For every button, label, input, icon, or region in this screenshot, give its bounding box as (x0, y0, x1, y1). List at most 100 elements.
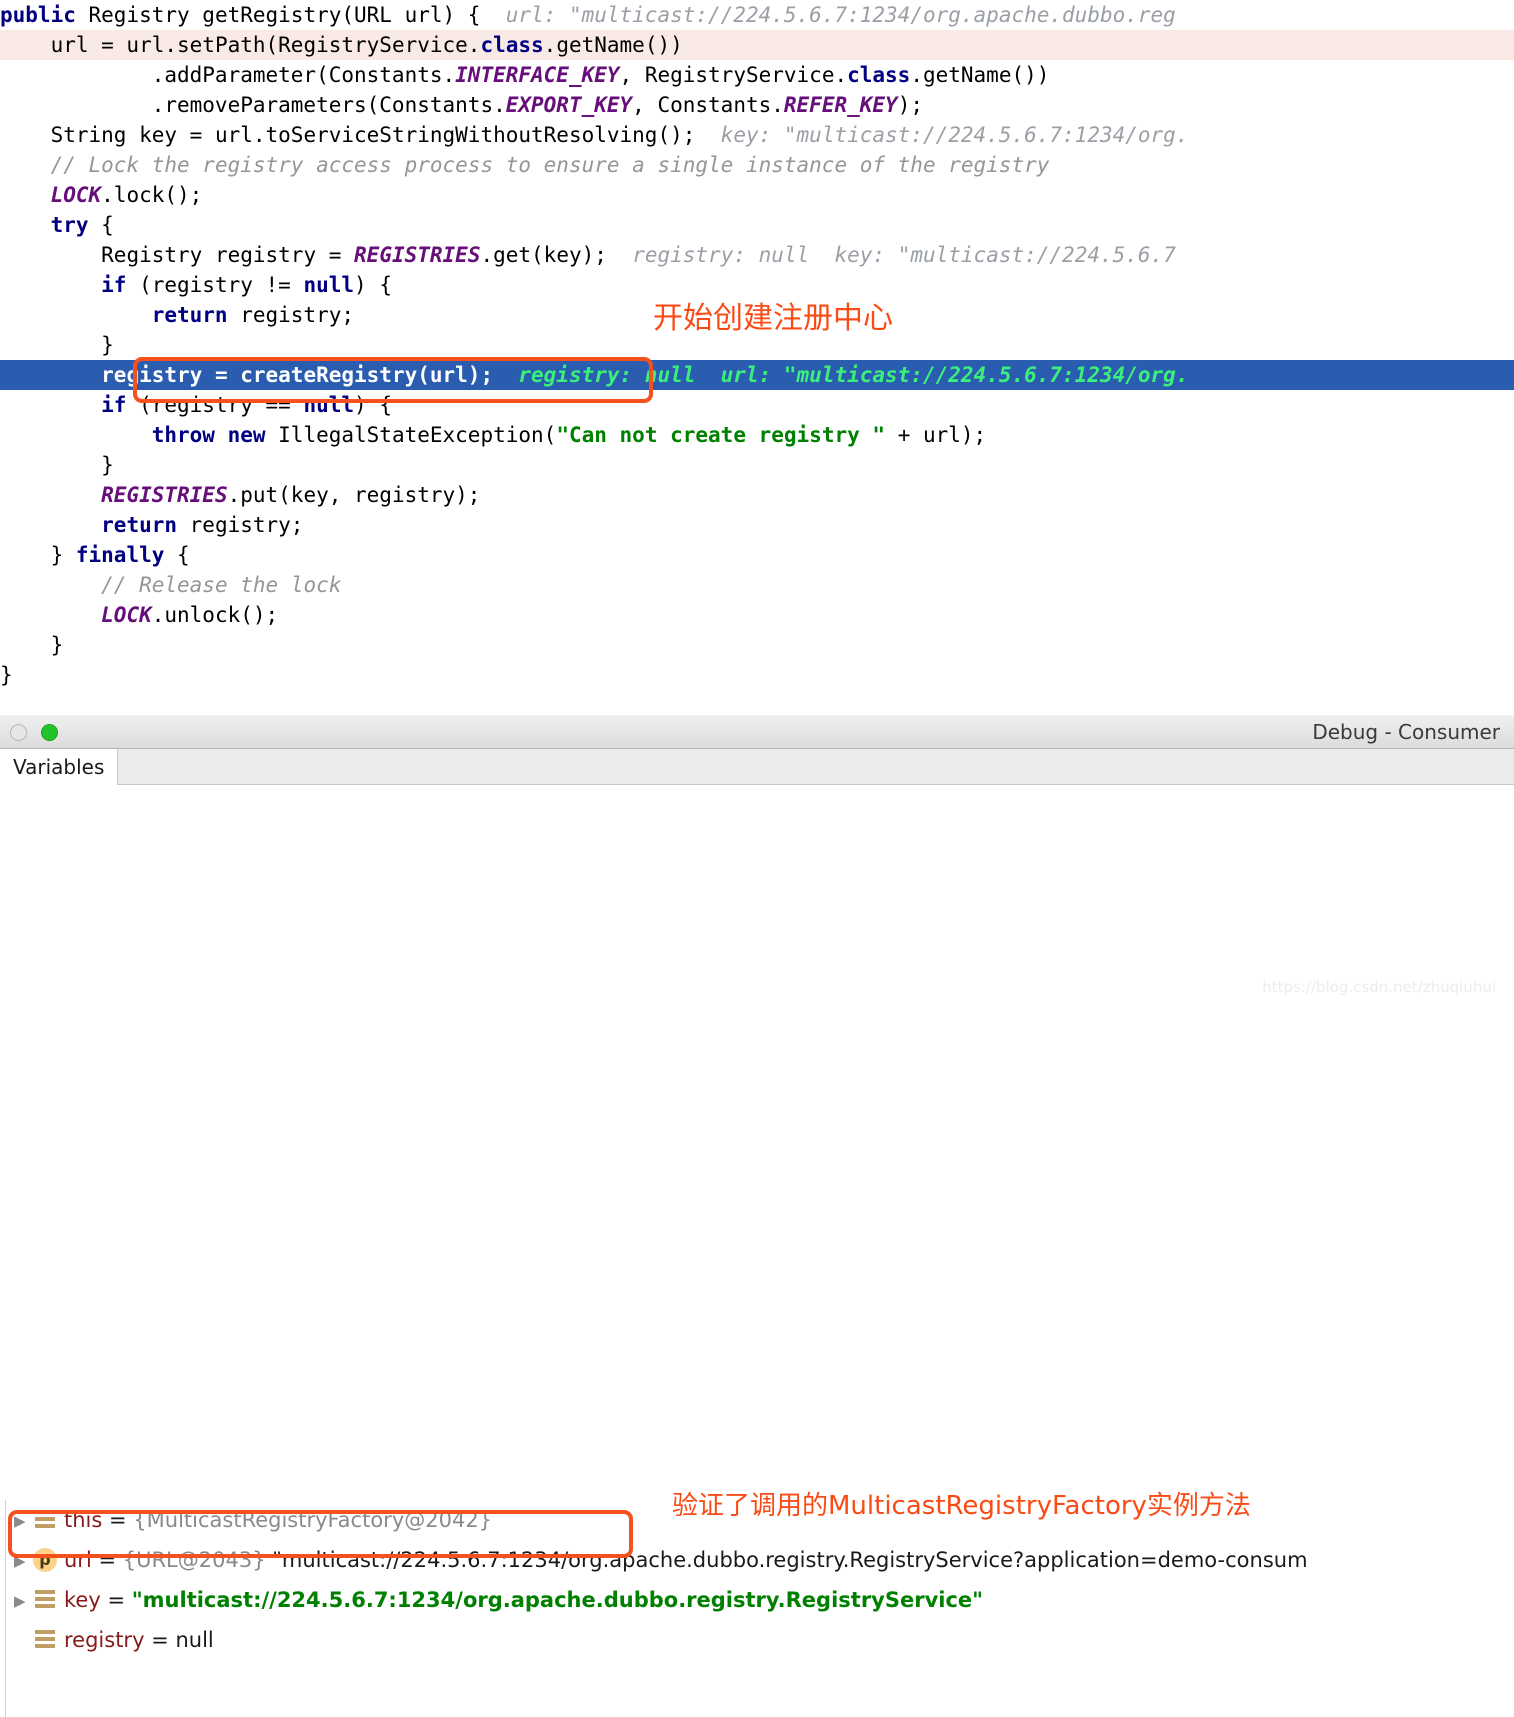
code-line-list[interactable]: public Registry getRegistry(URL url) { u… (0, 0, 1514, 690)
expand-triangle-icon[interactable]: ▶ (14, 1501, 32, 1540)
code-line[interactable]: } finally { (0, 540, 1514, 570)
annotation-create-registry: 开始创建注册中心 (653, 301, 893, 336)
code-token-field: LOCK (101, 603, 152, 627)
code-line[interactable]: Registry registry = REGISTRIES.get(key);… (0, 240, 1514, 270)
variable-equals: = (100, 1588, 132, 1612)
code-line[interactable]: } (0, 450, 1514, 480)
variable-value: "multicast://224.5.6.7:1234/org.apache.d… (131, 1588, 984, 1612)
debug-panel: Debug - Consumer Variables 验证了调用的Multica… (0, 715, 1514, 1717)
code-token-kw: throw new (151, 423, 266, 447)
expand-triangle-icon[interactable]: ▶ (14, 1581, 32, 1620)
code-token-field: INTERFACE_KEY (455, 63, 620, 87)
code-line[interactable]: try { (0, 210, 1514, 240)
field-icon (35, 1630, 55, 1649)
variable-value: null (175, 1628, 214, 1652)
code-token-hint: key: "multicast://224.5.6.7:1234/org. (708, 123, 1189, 147)
code-token-kw: try (50, 213, 89, 237)
code-line[interactable]: registry = createRegistry(url); registry… (0, 360, 1514, 390)
code-token-plain: } (101, 453, 114, 477)
variable-equals: = (102, 1508, 134, 1532)
code-token-plain: registry = createRegistry(url); (101, 363, 494, 387)
code-token-kw: public (0, 3, 89, 27)
code-token-plain: } (101, 333, 114, 357)
code-token-kw: class (847, 63, 911, 87)
variable-value: {MulticastRegistryFactory@2042} (133, 1508, 493, 1532)
code-token-kw: null (303, 273, 355, 297)
code-token-cmt: // Release the lock (101, 573, 342, 597)
code-token-field: EXPORT_KEY (505, 93, 633, 117)
code-token-plain: registry; (177, 513, 304, 537)
code-token-plain: ); (897, 93, 923, 117)
code-token-cmt: // Lock the registry access process to e… (50, 153, 1050, 177)
tab-variables[interactable]: Variables (0, 749, 119, 785)
code-token-plain: { (88, 213, 114, 237)
code-line[interactable]: public Registry getRegistry(URL url) { u… (0, 0, 1514, 30)
variable-row[interactable]: ▶ key = "multicast://224.5.6.7:1234/org.a… (0, 1580, 1514, 1620)
code-line[interactable]: if (registry == null) { (0, 390, 1514, 420)
code-line[interactable]: .addParameter(Constants.INTERFACE_KEY, R… (0, 60, 1514, 90)
code-token-kw: finally (75, 543, 165, 567)
code-line[interactable]: // Release the lock (0, 570, 1514, 600)
code-line[interactable]: LOCK.unlock(); (0, 600, 1514, 630)
code-token-kw: return (101, 513, 178, 537)
code-line[interactable]: .removeParameters(Constants.EXPORT_KEY, … (0, 90, 1514, 120)
expand-triangle-icon[interactable]: ▶ (14, 1541, 32, 1580)
code-line[interactable]: // Lock the registry access process to e… (0, 150, 1514, 180)
code-line[interactable]: url = url.setPath(RegistryService.class.… (0, 30, 1514, 60)
code-line[interactable]: LOCK.lock(); (0, 180, 1514, 210)
variable-value-ref: {URL@2043} (122, 1548, 266, 1572)
code-line[interactable]: String key = url.toServiceStringWithoutR… (0, 120, 1514, 150)
code-token-plain: { (164, 543, 190, 567)
code-line[interactable]: } (0, 660, 1514, 690)
expand-spacer: ▶ (14, 1621, 32, 1660)
code-token-plain: .removeParameters(Constants. (151, 93, 506, 117)
watermark: https://blog.csdn.net/zhuqiuhui (1262, 978, 1496, 996)
code-token-field: REGISTRIES (354, 243, 481, 267)
code-token-plain: ) { (354, 273, 392, 297)
code-token-field: REFER_KEY (783, 93, 898, 117)
code-token-plain: .unlock(); (151, 603, 279, 627)
run-circle-icon[interactable] (41, 724, 58, 741)
code-token-plain: } (50, 543, 76, 567)
code-token-str: "Can not create registry " (556, 423, 886, 447)
variables-tree[interactable]: ▶ this = {MulticastRegistryFactory@2042} ▶… (0, 1500, 1514, 1717)
debug-tabstrip[interactable]: Variables (0, 749, 1514, 785)
field-icon (35, 1590, 55, 1609)
code-token-hint: url: "multicast://224.5.6.7:1234/org.apa… (493, 3, 1176, 27)
variable-row[interactable]: ▶ registry = null (0, 1620, 1514, 1660)
code-token-plain: .getName()) (543, 33, 683, 57)
code-line[interactable]: return registry; (0, 510, 1514, 540)
code-line[interactable]: REGISTRIES.put(key, registry); (0, 480, 1514, 510)
code-token-kw: return (151, 303, 228, 327)
variables-row-list[interactable]: ▶ this = {MulticastRegistryFactory@2042} ▶… (0, 1500, 1514, 1660)
code-line[interactable]: } (0, 630, 1514, 660)
variable-equals: = (144, 1628, 176, 1652)
code-token-plain: } (50, 633, 64, 657)
code-token-plain: String key = url.toServiceStringWithoutR… (50, 123, 709, 147)
code-token-plain: .put(key, registry); (227, 483, 481, 507)
code-token-hint: registry: null key: "multicast://224.5.6… (619, 243, 1176, 267)
code-line[interactable]: throw new IllegalStateException("Can not… (0, 420, 1514, 450)
code-token-plain: IllegalStateException( (265, 423, 557, 447)
stop-circle-icon[interactable] (10, 724, 27, 741)
code-token-plain: url = url.setPath(RegistryService. (50, 33, 481, 57)
variable-row[interactable]: ▶ p url = {URL@2043} "multicast://224.5.6.… (0, 1540, 1514, 1580)
code-editor[interactable]: public Registry getRegistry(URL url) { u… (0, 0, 1514, 715)
code-token-plain: + url); (885, 423, 987, 447)
code-token-kw: null (303, 393, 355, 417)
